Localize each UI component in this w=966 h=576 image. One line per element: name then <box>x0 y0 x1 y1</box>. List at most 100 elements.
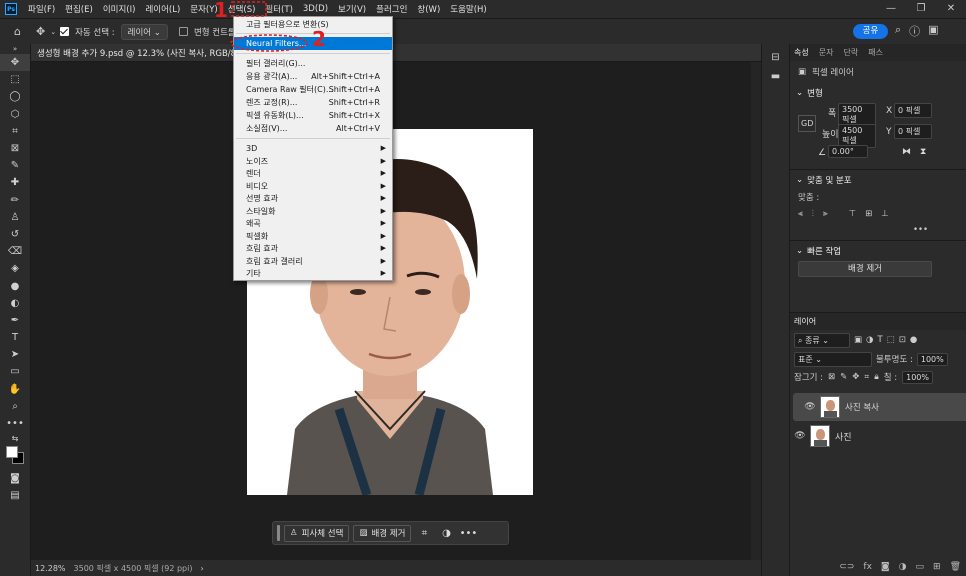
align-section-header[interactable]: ⌄ 맞춤 및 분포 <box>790 170 966 190</box>
opacity-input[interactable]: 100% <box>916 352 948 366</box>
menu-file[interactable]: 파일(F) <box>23 3 60 15</box>
menu-help[interactable]: 도움말(H) <box>445 3 491 15</box>
lock-position-icon[interactable]: ✥ <box>852 372 859 382</box>
crop-tool-icon[interactable]: ⌗ <box>0 123 30 140</box>
visibility-eye-icon[interactable]: 👁︎ <box>790 431 810 441</box>
rectangle-tool-icon[interactable]: ▭ <box>0 363 30 380</box>
zoom-level[interactable]: 12.28% <box>35 564 66 573</box>
menu-filter[interactable]: 필터(T) <box>260 3 297 15</box>
adjustment-layer-icon[interactable]: ◑ <box>899 562 907 572</box>
align-vertical-centers-icon[interactable]: ⊞ <box>865 209 872 219</box>
hand-tool-icon[interactable]: ✋ <box>0 381 30 398</box>
auto-select-checkbox[interactable] <box>60 27 70 36</box>
history-brush-tool-icon[interactable]: ↺ <box>0 226 30 243</box>
flip-vertical-icon[interactable]: ⧗ <box>920 147 926 157</box>
layer-filter-dropdown[interactable]: ⌕ 종류 ⌄ <box>794 332 850 348</box>
menu-item-adaptive-wide-angle[interactable]: 응용 광각(A)... Alt+Shift+Ctrl+A <box>234 70 392 83</box>
menu-item-video[interactable]: 비디오 ▶ <box>234 180 392 193</box>
menu-item-blur[interactable]: 흐림 효과 ▶ <box>234 242 392 255</box>
menu-item-camera-raw[interactable]: Camera Raw 필터(C)... Shift+Ctrl+A <box>234 83 392 96</box>
tab-properties[interactable]: 속성 <box>794 47 809 58</box>
comment-icon[interactable]: ▬ <box>762 71 789 82</box>
eraser-tool-icon[interactable]: ⌫ <box>0 243 30 260</box>
link-dimensions-icon[interactable]: GD <box>798 115 817 132</box>
maximize-icon[interactable]: ❐ <box>906 0 936 18</box>
remove-background-quick-button[interactable]: 배경 제거 <box>798 261 932 277</box>
menu-select[interactable]: 선택(S) <box>223 3 261 15</box>
foreground-color-swatch[interactable] <box>6 446 18 459</box>
more-icon[interactable]: ••• <box>459 528 478 539</box>
filter-toggle-icon[interactable]: ● <box>910 335 917 345</box>
tab-layers[interactable]: 레이어 <box>794 316 816 327</box>
lock-transparent-icon[interactable]: ⊠ <box>828 372 835 382</box>
filter-type-icon[interactable]: T <box>877 335 882 345</box>
screen-mode-icon[interactable]: ▤ <box>0 487 30 504</box>
share-button[interactable]: 공유 <box>853 24 888 39</box>
drag-handle[interactable] <box>277 525 280 541</box>
minimize-icon[interactable]: — <box>876 0 906 18</box>
type-tool-icon[interactable]: T <box>0 329 30 346</box>
home-icon[interactable]: ⌂ <box>14 25 21 38</box>
help-icon[interactable]: ⓘ <box>909 23 920 39</box>
tab-paths[interactable]: 패스 <box>868 47 883 58</box>
lock-artboard-icon[interactable]: ⌗ <box>864 372 869 382</box>
lasso-tool-icon[interactable]: ◯ <box>0 88 30 105</box>
pen-tool-icon[interactable]: ✒ <box>0 312 30 329</box>
more-tools-icon[interactable]: ••• <box>0 415 30 432</box>
menu-window[interactable]: 창(W) <box>412 3 445 15</box>
vertical-scrollbar[interactable] <box>751 62 761 560</box>
menu-edit[interactable]: 편집(E) <box>60 3 98 15</box>
link-layers-icon[interactable]: ⊂⊃ <box>839 562 854 572</box>
object-select-tool-icon[interactable]: ⬡ <box>0 106 30 123</box>
move-tool-icon[interactable]: ✥ <box>36 25 45 38</box>
add-mask-icon[interactable]: ◙ <box>881 562 890 572</box>
adjust-icon[interactable]: ◑ <box>437 528 455 539</box>
angle-input[interactable]: 0.00° <box>828 145 868 158</box>
swap-colors-icon[interactable]: ⇆ <box>0 432 30 444</box>
filter-smart-icon[interactable]: ⊡ <box>899 335 906 345</box>
menu-item-other[interactable]: 기타 ▶ <box>234 267 392 280</box>
color-swatches[interactable] <box>0 444 30 470</box>
align-top-edges-icon[interactable]: ⊤ <box>849 209 856 219</box>
dodge-tool-icon[interactable]: ◐ <box>0 295 30 312</box>
brush-tool-icon[interactable]: ✏ <box>0 192 30 209</box>
filter-pixel-icon[interactable]: ▣ <box>854 335 862 345</box>
y-input[interactable]: 0 픽셀 <box>894 124 932 139</box>
select-subject-button[interactable]: ♙ 피사체 선택 <box>284 524 350 542</box>
menu-item-distort[interactable]: 왜곡 ▶ <box>234 217 392 230</box>
menu-item-filter-gallery[interactable]: 필터 갤러리(G)... <box>234 57 392 70</box>
menu-view[interactable]: 보기(V) <box>333 3 371 15</box>
quick-mask-icon[interactable]: ◙ <box>0 470 30 487</box>
menu-item-pixelate[interactable]: 픽셀화 ▶ <box>234 230 392 243</box>
menu-item-vanishing-point[interactable]: 소실점(V)... Alt+Ctrl+V <box>234 122 392 135</box>
collapse-toolbar-icon[interactable]: » <box>0 44 30 54</box>
layer-name[interactable]: 사진 <box>835 430 852 443</box>
menu-item-lens-correction[interactable]: 렌즈 교정(R)... Shift+Ctrl+R <box>234 96 392 109</box>
menu-3d[interactable]: 3D(D) <box>298 4 333 14</box>
marquee-tool-icon[interactable]: ⬚ <box>0 71 30 88</box>
lock-all-icon[interactable]: 🔒︎ <box>874 372 879 382</box>
tab-character[interactable]: 문자 <box>819 47 834 58</box>
transform-section-header[interactable]: ⌄ 변형 <box>790 83 966 103</box>
menu-item-render[interactable]: 렌더 ▶ <box>234 167 392 180</box>
more-align-icon[interactable]: ••• <box>913 225 928 235</box>
remove-background-button[interactable]: ▨ 배경 제거 <box>353 524 412 542</box>
frame-tool-icon[interactable]: ⊠ <box>0 140 30 157</box>
align-horizontal-centers-icon[interactable]: ⫶ <box>812 209 814 219</box>
layer-style-icon[interactable]: fx <box>863 562 872 572</box>
menu-layer[interactable]: 레이어(L) <box>140 3 185 15</box>
tab-paragraph[interactable]: 단락 <box>843 47 858 58</box>
filter-shape-icon[interactable]: ⬚ <box>887 335 895 345</box>
flip-horizontal-icon[interactable]: ⧓ <box>902 147 911 157</box>
menu-image[interactable]: 이미지(I) <box>98 3 141 15</box>
layer-name[interactable]: 사진 복사 <box>845 401 879 413</box>
align-bottom-edges-icon[interactable]: ⊥ <box>881 209 888 219</box>
align-right-edges-icon[interactable]: ⫸ <box>823 209 828 219</box>
stamp-tool-icon[interactable]: ♙ <box>0 209 30 226</box>
search-icon[interactable]: ⌕ <box>895 23 901 39</box>
menu-item-noise[interactable]: 노이즈 ▶ <box>234 155 392 168</box>
new-group-icon[interactable]: ▭ <box>916 562 925 572</box>
mask-icon[interactable]: ⌗ <box>415 528 433 539</box>
layer-row-photo[interactable]: 👁︎ 사진 <box>790 422 966 450</box>
auto-select-dropdown[interactable]: 레이어 ⌄ <box>120 23 168 40</box>
